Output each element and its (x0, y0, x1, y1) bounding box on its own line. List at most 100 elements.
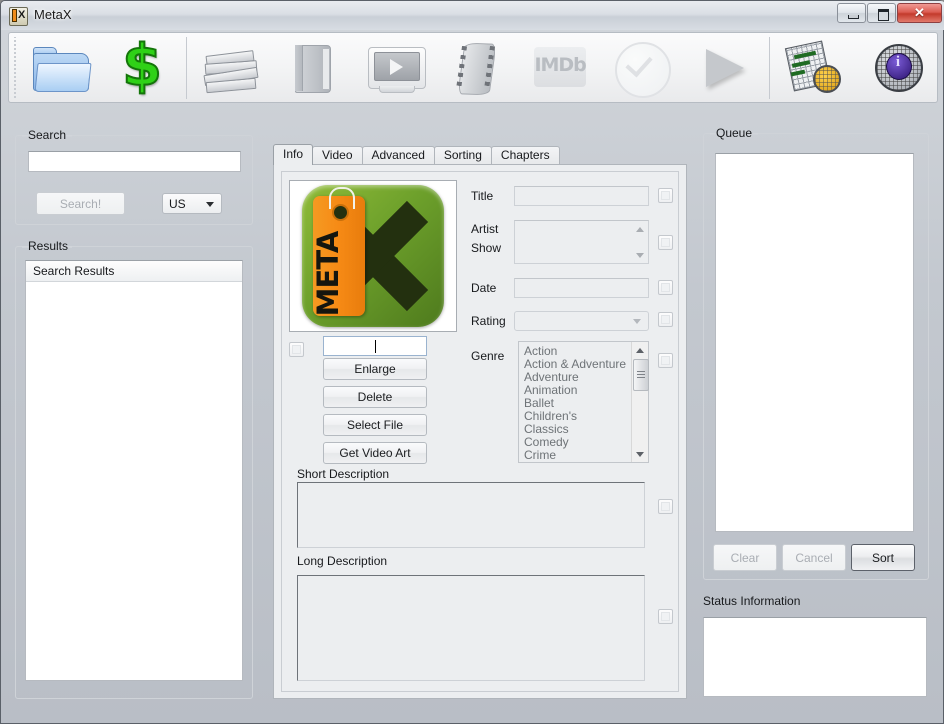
genre-item[interactable]: Crime (519, 449, 648, 462)
short-description-checkbox[interactable] (658, 499, 673, 514)
toolbar-info-button[interactable]: i (855, 34, 937, 102)
date-label: Date (471, 281, 497, 295)
queue-cancel-button[interactable]: Cancel (782, 544, 846, 571)
window-title: MetaX (34, 7, 72, 22)
toolbar-video-player-button[interactable] (355, 34, 437, 102)
metax-app-icon: X (9, 7, 28, 26)
artwork-tag-text: META (311, 231, 345, 317)
toolbar-film-button[interactable] (437, 34, 519, 102)
scroll-up-icon[interactable] (632, 342, 648, 358)
queue-sort-button[interactable]: Sort (851, 544, 915, 571)
metax-main-window: X MetaX ✕ $ IMDb i Search Search! US Res… (0, 0, 944, 724)
play-arrow-icon (694, 39, 756, 97)
results-panel-title: Results (28, 239, 69, 253)
scroll-up-icon[interactable] (632, 221, 648, 237)
tab-advanced[interactable]: Advanced (361, 146, 435, 165)
tab-chapters[interactable]: Chapters (490, 146, 560, 165)
title-input[interactable] (514, 186, 649, 206)
check-circle-icon (611, 39, 673, 98)
rating-label: Rating (471, 314, 506, 328)
genre-list[interactable]: Action Action & Adventure Adventure Anim… (518, 341, 649, 463)
genre-label: Genre (471, 349, 505, 363)
region-select-value: US (169, 196, 186, 211)
minimize-icon (848, 15, 859, 19)
genre-scrollbar-thumb[interactable] (633, 359, 649, 391)
date-checkbox[interactable] (658, 280, 673, 295)
window-titlebar: X MetaX ✕ (1, 1, 944, 30)
chevron-down-icon (633, 319, 641, 324)
title-checkbox[interactable] (658, 188, 673, 203)
show-label: Show (471, 241, 502, 255)
window-controls: ✕ (837, 3, 942, 23)
artist-show-checkbox[interactable] (658, 235, 673, 250)
scroll-down-icon[interactable] (632, 247, 648, 263)
text-cursor (374, 339, 376, 353)
monitor-play-icon (365, 39, 427, 97)
rating-select[interactable] (514, 311, 649, 331)
close-icon: ✕ (914, 5, 925, 20)
search-results-column-header: Search Results (26, 261, 242, 282)
toolbar-open-folder-button[interactable] (19, 34, 101, 102)
toolbar-subtitles-button[interactable] (773, 34, 855, 102)
rating-checkbox[interactable] (658, 312, 673, 327)
metax-artwork-image: META (302, 185, 444, 327)
film-strip-icon (447, 39, 509, 97)
books-stack-icon (200, 39, 262, 97)
long-description-checkbox[interactable] (658, 609, 673, 624)
maximize-button[interactable] (867, 3, 896, 23)
toolbar-purchase-button[interactable]: $ (101, 34, 183, 102)
date-input[interactable] (514, 278, 649, 298)
info-globe-icon: i (865, 39, 927, 97)
close-button[interactable]: ✕ (897, 3, 942, 23)
chevron-down-icon (206, 201, 214, 207)
subtitle-tags-icon (783, 39, 845, 97)
enlarge-button[interactable]: Enlarge (323, 358, 427, 380)
artist-show-input[interactable] (514, 220, 649, 264)
minimize-button[interactable] (837, 3, 866, 23)
folder-icon (29, 39, 92, 97)
artwork-preview[interactable]: META (289, 180, 457, 332)
tab-video[interactable]: Video (312, 146, 363, 165)
toolbar-run-button[interactable] (683, 34, 765, 102)
get-video-art-button[interactable]: Get Video Art (323, 442, 427, 464)
status-information-text (704, 618, 926, 624)
toolbar-imdb-button[interactable]: IMDb (519, 34, 601, 102)
select-file-button[interactable]: Select File (323, 414, 427, 436)
artwork-filename-input[interactable] (323, 336, 427, 356)
region-select[interactable]: US (162, 193, 222, 214)
queue-clear-button[interactable]: Clear (713, 544, 777, 571)
genre-list-items: Action Action & Adventure Adventure Anim… (519, 342, 648, 462)
toolbar-library-button[interactable] (190, 34, 272, 102)
genre-checkbox[interactable] (658, 353, 673, 368)
search-input[interactable] (28, 151, 241, 172)
search-button[interactable]: Search! (36, 192, 125, 215)
long-description-label: Long Description (297, 554, 388, 568)
long-description-input[interactable] (297, 575, 645, 681)
toolbar-book-button[interactable] (272, 34, 354, 102)
imdb-icon: IMDb (529, 39, 591, 97)
delete-button[interactable]: Delete (323, 386, 427, 408)
tab-sorting[interactable]: Sorting (433, 146, 492, 165)
imdb-label: IMDb (534, 53, 586, 76)
short-description-label: Short Description (297, 467, 390, 481)
artist-label: Artist (471, 222, 499, 236)
scroll-down-icon[interactable] (632, 446, 648, 462)
genre-scrollbar[interactable] (631, 342, 649, 462)
book-icon (283, 39, 345, 97)
title-label: Title (471, 189, 494, 203)
search-panel-title: Search (28, 128, 67, 142)
toolbar-grip[interactable] (11, 36, 19, 99)
artwork-checkbox[interactable] (289, 342, 304, 357)
status-information-box[interactable] (703, 617, 927, 697)
toolbar-separator-2 (768, 36, 770, 99)
artist-show-scrollbar[interactable] (632, 221, 648, 263)
queue-panel-title: Queue (716, 126, 753, 140)
maximize-icon (878, 9, 889, 21)
toolbar-apply-button[interactable] (601, 34, 683, 102)
queue-list[interactable] (715, 153, 914, 532)
search-results-list[interactable]: Search Results (25, 260, 243, 681)
main-toolbar: $ IMDb i (8, 32, 938, 103)
tab-info[interactable]: Info (273, 144, 314, 165)
dollar-icon: $ (121, 32, 163, 99)
short-description-input[interactable] (297, 482, 645, 548)
